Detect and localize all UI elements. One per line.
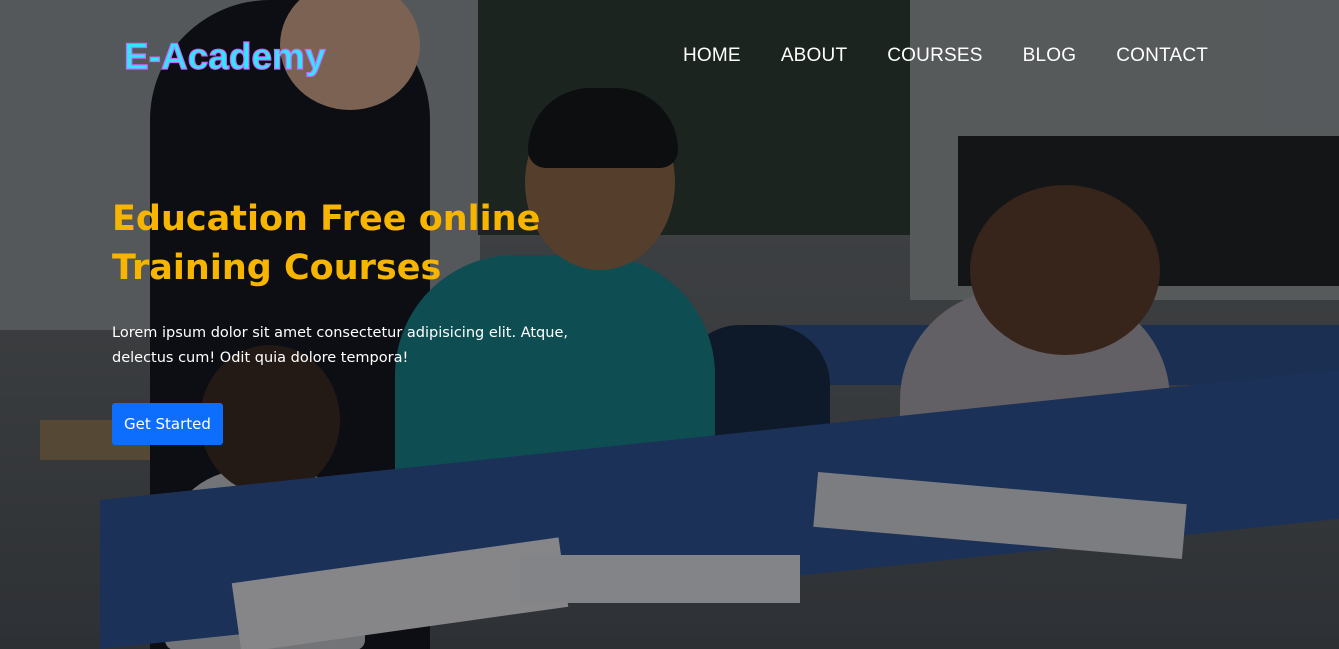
site-header: E-Academy HOME ABOUT COURSES BLOG CONTAC… — [0, 0, 1339, 115]
brand-logo[interactable]: E-Academy — [123, 35, 326, 78]
nav-link-contact[interactable]: CONTACT — [1116, 45, 1208, 67]
hero-section: Education Free online Training Courses L… — [112, 195, 692, 445]
nav-link-about[interactable]: ABOUT — [781, 45, 847, 67]
main-nav: HOME ABOUT COURSES BLOG CONTACT — [683, 45, 1208, 67]
hero-title: Education Free online Training Courses — [112, 199, 541, 288]
nav-link-home[interactable]: HOME — [683, 45, 741, 67]
nav-link-blog[interactable]: BLOG — [1023, 45, 1077, 67]
get-started-button[interactable]: Get Started — [112, 403, 223, 445]
hero-description: Lorem ipsum dolor sit amet consectetur a… — [112, 325, 568, 366]
nav-link-courses[interactable]: COURSES — [887, 45, 982, 67]
